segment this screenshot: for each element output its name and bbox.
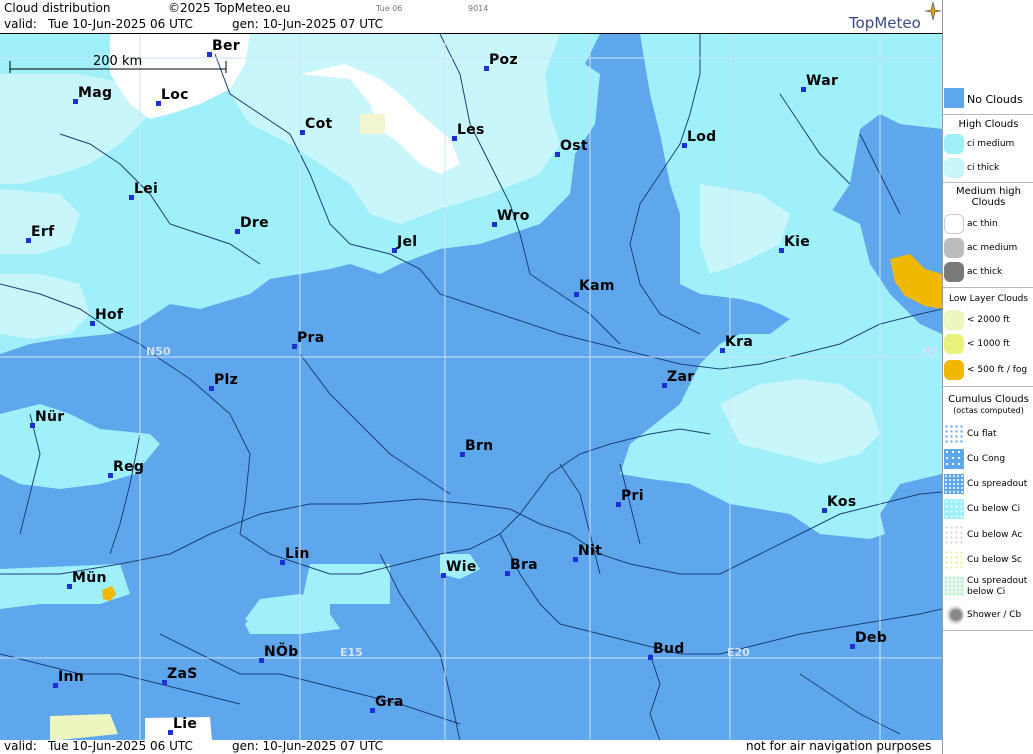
grid-label-n50: N50 (146, 345, 171, 358)
city-label: ZaS (167, 666, 198, 682)
city-label: Bra (510, 557, 538, 573)
city-label: Pri (621, 488, 644, 504)
legend-cu-spreadout-below-ci: Cu spreadout below Ci (943, 576, 1033, 598)
legend-cu-below-sc: Cu below Sc (943, 550, 1033, 572)
city-label: Ber (212, 38, 240, 54)
legend-ac-thick: ac thick (943, 262, 1033, 284)
legend-medium-high-heading: Medium high Clouds (956, 186, 1021, 208)
city-label: Nür (35, 409, 65, 425)
city-label: Nit (578, 543, 603, 559)
city-label: Mün (72, 570, 107, 586)
copyright: ©2025 TopMeteo.eu (168, 1, 291, 15)
footer-disclaimer: not for air navigation purposes (746, 739, 932, 753)
legend-low-layer-heading: Low Layer Clouds (949, 294, 1028, 304)
legend-lt1000: < 1000 ft (943, 334, 1033, 356)
legend-lt2000: < 2000 ft (943, 310, 1033, 332)
city-label: Gra (375, 694, 404, 710)
scale-label: 200 km (93, 54, 143, 69)
city-label: Lod (687, 129, 717, 145)
city-label: Wie (446, 559, 477, 575)
legend-cu-cong: Cu Cong (943, 449, 1033, 471)
map-title: Cloud distribution (4, 1, 111, 15)
day-code: Tue 06 (376, 4, 403, 13)
header: Cloud distribution ©2025 TopMeteo.eu Tue… (0, 0, 942, 33)
city-label: Zar (667, 369, 695, 385)
city-label: Dre (240, 215, 269, 231)
city-label: Bud (653, 641, 685, 657)
legend-swatch-no-clouds (944, 88, 964, 108)
footer-valid-time: Tue 10-Jun-2025 06 UTC (48, 739, 193, 753)
city-label: Kie (784, 234, 811, 250)
city-label: Mag (78, 85, 113, 101)
city-label: Kra (725, 334, 754, 350)
legend-shower-cb: Shower / Cb (943, 605, 1033, 627)
legend-cu-below-ci: Cu below Ci (943, 499, 1033, 521)
city-label: Wro (497, 208, 530, 224)
legend-ci-thick: ci thick (943, 158, 1033, 180)
city-label: Reg (113, 459, 145, 475)
legend-panel: No Clouds High Clouds ci medium ci thick… (942, 0, 1033, 754)
grid-label-e15: E15 (340, 646, 363, 659)
legend-cumulus-heading: Cumulus Clouds (octas computed) (948, 394, 1029, 415)
footer-generated-time: gen: 10-Jun-2025 07 UTC (232, 739, 384, 753)
city-label: Jel (397, 234, 418, 250)
city-label: Deb (855, 630, 888, 646)
legend-ac-medium: ac medium (943, 238, 1033, 260)
city-label: Plz (214, 372, 239, 388)
valid-label: valid: (4, 17, 37, 31)
legend-cu-below-ac: Cu below Ac (943, 525, 1033, 547)
city-label: Inn (58, 669, 85, 685)
city-label: Kos (827, 494, 857, 510)
cloud-map[interactable]: 200 km N50 N5 E15 E20 Ber Poz Mag Loc War Cot… (0, 33, 942, 742)
city-label: War (806, 73, 839, 89)
city-label: Ost (560, 138, 588, 154)
topmeteo-logo: TopMeteo (849, 2, 941, 32)
compass-star-icon (925, 2, 941, 20)
legend-no-clouds: No Clouds (943, 88, 1033, 110)
city-label: Lie (173, 716, 198, 732)
footer: valid: Tue 10-Jun-2025 06 UTC gen: 10-Ju… (0, 739, 942, 754)
grid-label-n50-right: N5 (922, 345, 939, 358)
legend-high-clouds-heading: High Clouds (958, 119, 1019, 130)
city-label: Les (457, 122, 485, 138)
shower-cb-icon (944, 605, 964, 625)
legend-ci-medium: ci medium (943, 134, 1033, 156)
city-label: Loc (161, 87, 189, 103)
city-label: Cot (305, 116, 333, 132)
city-label: Lei (134, 181, 159, 197)
city-label: Hof (95, 307, 124, 323)
legend-ac-thin: ac thin (943, 214, 1033, 236)
city-label: Kam (579, 278, 615, 294)
grid-label-e20: E20 (727, 646, 750, 659)
legend-cu-spreadout: Cu spreadout (943, 474, 1033, 496)
valid-time: Tue 10-Jun-2025 06 UTC (48, 17, 193, 31)
run-code: 9014 (468, 4, 489, 13)
generated-time: gen: 10-Jun-2025 07 UTC (232, 17, 384, 31)
city-label: Poz (489, 52, 518, 68)
city-label: Erf (31, 224, 55, 240)
legend-lt500-fog: < 500 ft / fog (943, 360, 1033, 382)
city-label: Brn (465, 438, 494, 454)
city-label: NÖb (264, 644, 299, 660)
legend-cu-flat: Cu flat (943, 424, 1033, 446)
city-label: Lin (285, 546, 310, 562)
footer-valid-label: valid: (4, 739, 37, 753)
cloud-layer (0, 34, 942, 741)
city-label: Pra (297, 330, 325, 346)
